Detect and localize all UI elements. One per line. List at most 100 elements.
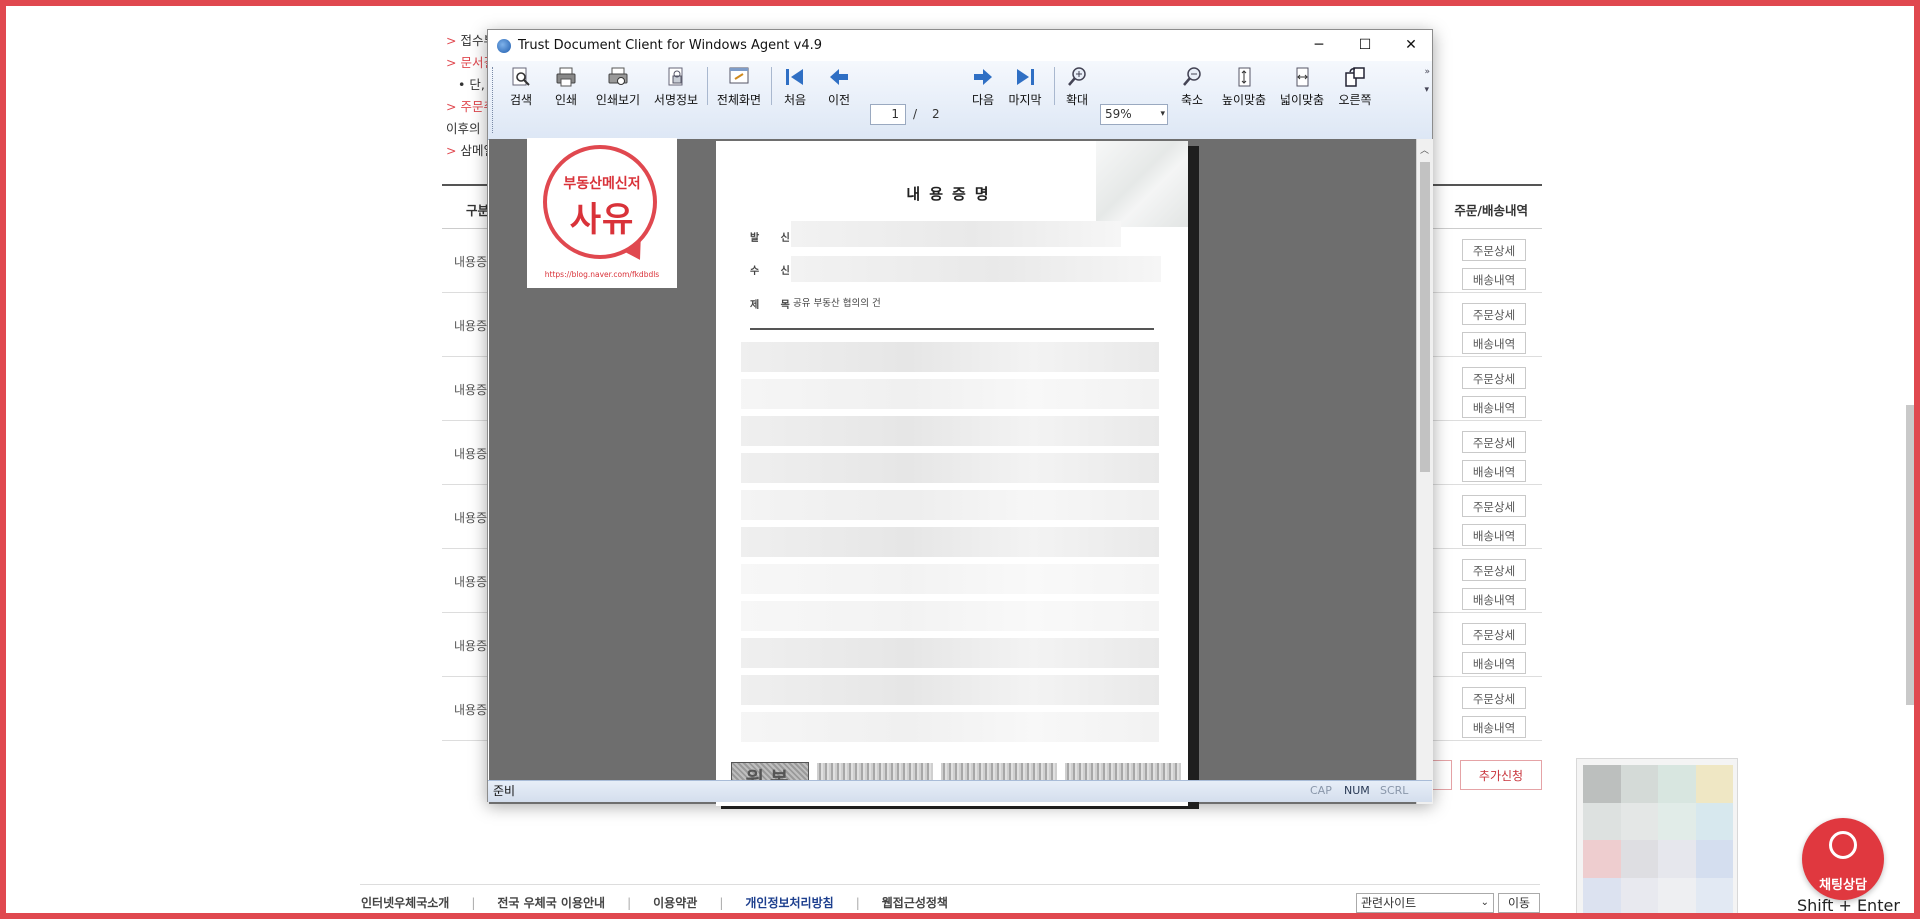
order-detail-button[interactable]: 주문상세: [1462, 431, 1526, 453]
chat-shortcut-hint: Shift + Enter: [1797, 896, 1900, 915]
fit-height-button[interactable]: 높이맞춤: [1218, 65, 1270, 107]
footer-divider: [360, 884, 1540, 885]
signature-info-button[interactable]: 서명정보: [650, 65, 702, 107]
fit-width-button[interactable]: 넓이맞춤: [1276, 65, 1328, 107]
print-button[interactable]: 인쇄: [550, 65, 582, 107]
order-detail-button[interactable]: 주문상세: [1462, 303, 1526, 325]
last-page-button[interactable]: 마지막: [1002, 65, 1048, 107]
redacted-body: [741, 564, 1159, 594]
certificate-icon: [668, 67, 683, 86]
delivery-history-button[interactable]: 배송내역: [1462, 268, 1526, 290]
logo-main-text: 사유: [569, 200, 635, 240]
col-actions-header: 주문/배송내역: [1454, 203, 1528, 218]
go-button[interactable]: 이동: [1498, 893, 1540, 913]
current-page-input[interactable]: 1: [870, 104, 906, 125]
order-detail-button[interactable]: 주문상세: [1462, 367, 1526, 389]
delivery-history-button[interactable]: 배송내역: [1462, 460, 1526, 482]
redacted-body: [741, 342, 1159, 372]
cap-indicator: CAP: [1310, 784, 1332, 797]
status-bar: 준비 CAP NUM SCRL: [488, 780, 1432, 802]
maximize-button[interactable]: ☐: [1342, 30, 1388, 61]
redacted-receiver: [791, 256, 1161, 282]
redacted-body: [741, 712, 1159, 742]
fit-width-icon: [1296, 67, 1309, 87]
logo-top-text: 부동산메신저: [563, 176, 641, 192]
document-divider: [750, 328, 1154, 330]
subject-label: 제 목: [750, 300, 799, 311]
footer-link-privacy[interactable]: 개인정보처리방침: [745, 894, 833, 911]
zoom-out-button[interactable]: 축소: [1176, 65, 1208, 107]
order-detail-button[interactable]: 주문상세: [1462, 495, 1526, 517]
status-text: 준비: [493, 784, 516, 798]
notice-line: • 단,: [458, 77, 485, 92]
num-indicator: NUM: [1344, 784, 1370, 797]
redacted-body: [741, 416, 1159, 446]
printer-icon: [556, 67, 576, 87]
delivery-history-button[interactable]: 배송내역: [1462, 332, 1526, 354]
footer-link-accessibility[interactable]: 웹접근성정책: [882, 894, 948, 911]
delivery-history-button[interactable]: 배송내역: [1462, 716, 1526, 738]
total-pages: 2: [932, 107, 940, 121]
zoom-out-icon: [1183, 67, 1201, 86]
subject-value: 공유 부동산 협의의 건: [793, 298, 881, 309]
delivery-history-button[interactable]: 배송내역: [1462, 396, 1526, 418]
next-page-button[interactable]: 다음: [966, 65, 1000, 107]
prev-page-button[interactable]: 이전: [822, 65, 856, 107]
delivery-history-button[interactable]: 배송내역: [1462, 524, 1526, 546]
order-detail-button[interactable]: 주문상세: [1462, 239, 1526, 261]
color-palette-panel: [1576, 758, 1738, 919]
search-button[interactable]: 검색: [503, 65, 539, 107]
footer-link-about[interactable]: 인터넷우체국소개: [361, 894, 449, 911]
chevron-down-icon: ▾: [1160, 109, 1165, 119]
redacted-sender: [791, 221, 1121, 247]
redacted-body: [741, 453, 1159, 483]
viewer-toolbar: 검색 인쇄 인쇄보기 서명정보 전체화면 처음 이전 1 / 2 다음 마지막 …: [488, 61, 1432, 140]
headset-icon: [1829, 831, 1857, 859]
rotate-right-button[interactable]: 오른쪽: [1334, 65, 1376, 107]
footer-link-offices[interactable]: 전국 우체국 이용안내: [497, 894, 605, 911]
fullscreen-icon: [729, 67, 749, 84]
page-scrollbar[interactable]: [1906, 405, 1914, 705]
window-title: Trust Document Client for Windows Agent …: [518, 38, 823, 53]
redacted-body: [741, 379, 1159, 409]
redacted-body: [741, 601, 1159, 631]
notice-line: 이후의: [446, 121, 481, 136]
footer-links: 인터넷우체국소개 | 전국 우체국 이용안내 | 이용약관 | 개인정보처리방침…: [361, 894, 948, 911]
related-sites-select[interactable]: 관련사이트 ⌄: [1356, 893, 1494, 913]
redacted-body: [741, 675, 1159, 705]
hidden-button-edge[interactable]: [1430, 760, 1452, 790]
minimize-button[interactable]: ─: [1296, 30, 1342, 61]
document-page: 내용증명 발 신 수 신 제 목 공유 부동산 협의의 건 원본: [716, 141, 1188, 806]
chat-consult-button[interactable]: 채팅상담: [1802, 818, 1884, 900]
search-icon: [512, 67, 530, 86]
first-page-icon: [786, 69, 803, 85]
order-detail-button[interactable]: 주문상세: [1462, 687, 1526, 709]
scroll-thumb[interactable]: [1420, 162, 1430, 472]
first-page-button[interactable]: 처음: [778, 65, 812, 107]
scroll-up-icon[interactable]: ︿: [1420, 143, 1429, 156]
print-preview-icon: [608, 67, 628, 85]
fit-height-icon: [1238, 67, 1251, 87]
toolbar-overflow-icon[interactable]: » ▾: [1424, 63, 1430, 99]
order-detail-button[interactable]: 주문상세: [1462, 623, 1526, 645]
footer-link-terms[interactable]: 이용약관: [653, 894, 697, 911]
add-request-button[interactable]: 추가신청: [1460, 760, 1542, 790]
close-button[interactable]: ✕: [1388, 30, 1434, 61]
app-icon: [497, 39, 511, 53]
order-detail-button[interactable]: 주문상세: [1462, 559, 1526, 581]
chevron-down-icon: ⌄: [1480, 897, 1489, 908]
toolbar-grip[interactable]: [492, 67, 496, 133]
redacted-body: [741, 527, 1159, 557]
zoom-in-button[interactable]: 확대: [1061, 65, 1093, 107]
rotate-right-icon: [1345, 67, 1365, 87]
delivery-history-button[interactable]: 배송내역: [1462, 652, 1526, 674]
fullscreen-button[interactable]: 전체화면: [713, 65, 765, 107]
print-preview-button[interactable]: 인쇄보기: [593, 65, 643, 107]
redacted-body: [741, 638, 1159, 668]
window-titlebar[interactable]: Trust Document Client for Windows Agent …: [488, 30, 1432, 61]
viewer-scrollbar[interactable]: ︿ ﹀: [1416, 139, 1433, 804]
delivery-history-button[interactable]: 배송내역: [1462, 588, 1526, 610]
zoom-level-select[interactable]: 59% ▾: [1100, 104, 1168, 125]
document-title: 내용증명: [906, 185, 998, 203]
redacted-body: [741, 490, 1159, 520]
